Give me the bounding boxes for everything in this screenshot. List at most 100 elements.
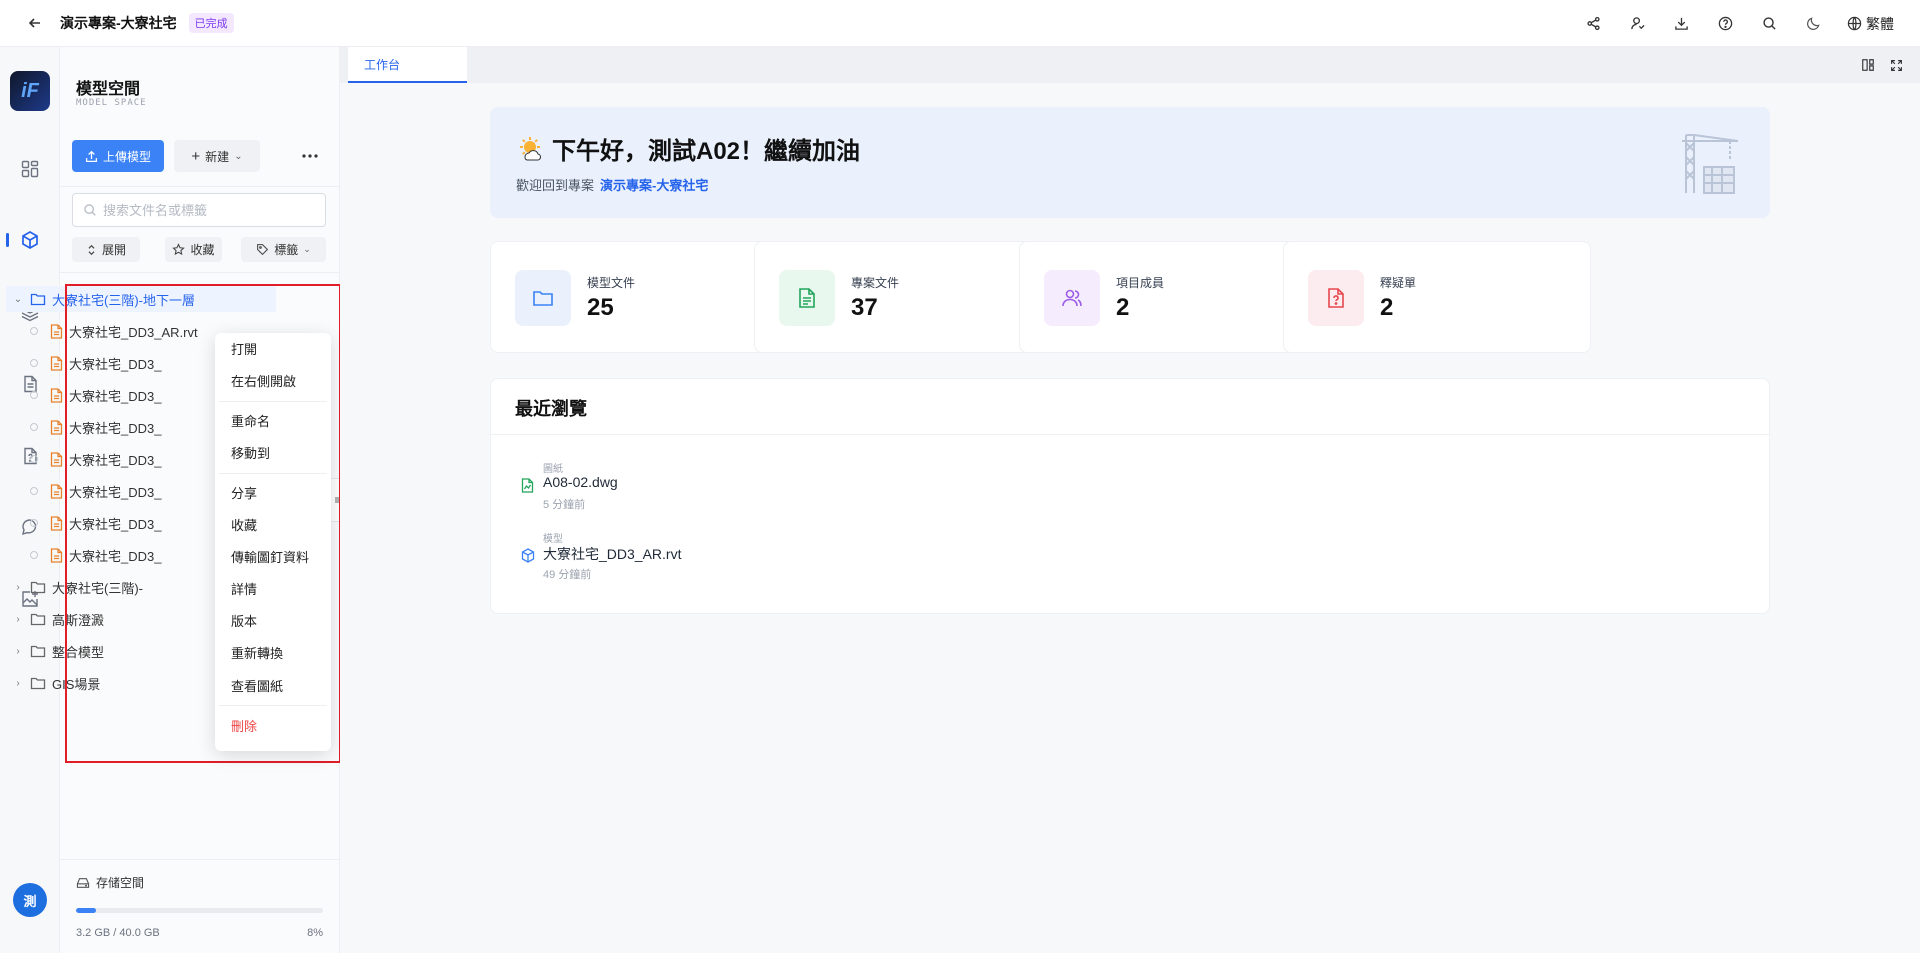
stat-card[interactable]: 專案文件 37 (754, 241, 1062, 353)
rail-dashboard[interactable] (16, 155, 44, 183)
checkbox-circle[interactable] (30, 359, 38, 367)
members-button[interactable] (1627, 14, 1647, 34)
language-switch[interactable]: 繁體 (1847, 14, 1894, 34)
favorite-filter-button[interactable]: 收藏 (165, 237, 222, 262)
context-menu-item[interactable]: 詳情 (215, 573, 331, 603)
top-bar: 演示專案-大寮社宅 已完成 繁體 (0, 0, 1920, 47)
folder-icon (30, 645, 46, 658)
plus-icon: + (191, 147, 201, 165)
context-menu-item[interactable]: 傳輸圖釘資料 (215, 541, 331, 571)
search-icon (1762, 17, 1776, 30)
context-menu: 打開 在右側開啟重命名 移動到分享 收藏 傳輸圖釘資料 詳情 版本 重新轉換 查看圖紙刪除 (215, 333, 331, 751)
checkbox-circle[interactable] (30, 487, 38, 495)
tags-filter-button[interactable]: 標籤 ⌄ (241, 237, 326, 262)
share-button[interactable] (1583, 14, 1603, 34)
tree-item-label: GIS場景 (52, 676, 101, 692)
members-icon (1062, 289, 1082, 307)
chevron-right-icon[interactable]: › (10, 646, 26, 657)
language-label: 繁體 (1866, 15, 1894, 32)
context-menu-item[interactable]: 重命名 (215, 405, 331, 435)
project-title: 演示專案-大寮社宅 (60, 15, 177, 31)
context-menu-item[interactable]: 打開 (215, 333, 331, 363)
recent-category: 模型 (543, 534, 563, 545)
stat-card[interactable]: 項目成員 2 (1019, 241, 1327, 353)
tree-item-label: 大寮社宅_DD3_ (69, 420, 162, 436)
search-button[interactable] (1759, 14, 1779, 34)
recent-item[interactable]: 模型 大寮社宅_DD3_AR.rvt 49 分鐘前 (521, 530, 921, 584)
chevron-right-icon[interactable]: › (10, 582, 26, 593)
stat-card[interactable]: 模型文件 25 (490, 241, 798, 353)
chevron-down-icon[interactable]: ⌄ (10, 294, 26, 305)
file-icon (50, 547, 63, 563)
upload-model-button[interactable]: 上傳模型 (72, 140, 164, 172)
file-icon (50, 515, 63, 531)
rail-model-space[interactable] (16, 226, 44, 254)
folder-icon (30, 293, 46, 306)
stat-label: 項目成員 (1116, 276, 1165, 290)
checkbox-circle[interactable] (30, 551, 38, 559)
menu-separator (219, 401, 327, 402)
chevron-right-icon[interactable]: › (10, 614, 26, 625)
search-box[interactable] (72, 193, 326, 227)
stat-icon-tile (1308, 270, 1364, 326)
folder-icon (533, 291, 553, 306)
expand-filter-button[interactable]: 展開 (72, 237, 140, 262)
context-menu-item[interactable]: 分享 (215, 477, 331, 507)
chevron-right-icon[interactable]: › (10, 678, 26, 689)
folder-icon (30, 677, 46, 690)
help-circle-icon (1718, 16, 1732, 31)
cube-icon (521, 548, 535, 563)
greeting-text: 下午好，測試A02！繼續加油 (552, 138, 861, 165)
split-view-icon (1862, 59, 1874, 71)
context-menu-item[interactable]: 重新轉換 (215, 637, 331, 667)
context-menu-item[interactable]: 收藏 (215, 509, 331, 539)
theme-toggle-button[interactable] (1803, 14, 1823, 34)
tags-label: 標籤 (274, 243, 299, 257)
context-menu-item[interactable]: 刪除 (215, 710, 331, 740)
tree-item-label: 整合模型 (52, 644, 105, 660)
app-logo: iF (10, 71, 50, 111)
checkbox-circle[interactable] (30, 519, 38, 527)
download-button[interactable] (1671, 14, 1691, 34)
tree-item-label: 大寮社宅_DD3_ (69, 484, 162, 500)
stat-card[interactable]: 釋疑單 2 (1283, 241, 1591, 353)
folder-icon (30, 581, 46, 594)
hard-drive-icon (76, 877, 90, 888)
context-menu-item[interactable]: 查看圖紙 (215, 670, 331, 700)
back-button[interactable] (24, 12, 46, 34)
more-options-button[interactable] (298, 144, 322, 168)
project-link[interactable]: 演示專案-大寮社宅 (600, 178, 708, 193)
file-icon (50, 451, 63, 467)
new-button[interactable]: + 新建 ⌄ (174, 140, 260, 172)
tree-item-label: 大寮社宅_DD3_ (69, 452, 162, 468)
context-menu-item[interactable]: 移動到 (215, 437, 331, 467)
checkbox-circle[interactable] (30, 455, 38, 463)
checkbox-circle[interactable] (30, 391, 38, 399)
question-doc-icon (1328, 288, 1344, 308)
tab-workbench[interactable]: 工作台 (348, 47, 467, 83)
help-button[interactable] (1715, 14, 1735, 34)
user-avatar[interactable]: 測 (13, 883, 47, 917)
recent-icon (521, 478, 534, 496)
top-actions: 繁體 (1559, 0, 1894, 47)
expand-vertical-icon (88, 244, 95, 255)
search-icon (84, 204, 96, 216)
divider (60, 272, 339, 273)
tag-icon (257, 244, 269, 256)
recent-item[interactable]: 圖紙 A08-02.dwg 5 分鐘前 (521, 460, 921, 514)
fullscreen-button[interactable] (1886, 55, 1906, 75)
upload-icon (85, 150, 98, 162)
split-view-button[interactable] (1858, 55, 1878, 75)
tab-bar: 工作台 (340, 47, 1920, 83)
menu-separator (219, 473, 327, 474)
tree-folder[interactable]: ⌄ 大寮社宅(三階)-地下一層 (6, 286, 276, 312)
context-menu-item[interactable]: 在右側開啟 (215, 365, 331, 395)
fullscreen-icon (1890, 59, 1902, 71)
checkbox-circle[interactable] (30, 423, 38, 431)
checkbox-circle[interactable] (30, 327, 38, 335)
context-menu-item[interactable]: 版本 (215, 605, 331, 635)
storage-label: 存储空間 (76, 874, 144, 891)
user-transfer-icon (1630, 17, 1645, 30)
welcome-subtext: 歡迎回到專案 演示專案-大寮社宅 (516, 175, 708, 194)
search-input[interactable] (103, 202, 313, 218)
